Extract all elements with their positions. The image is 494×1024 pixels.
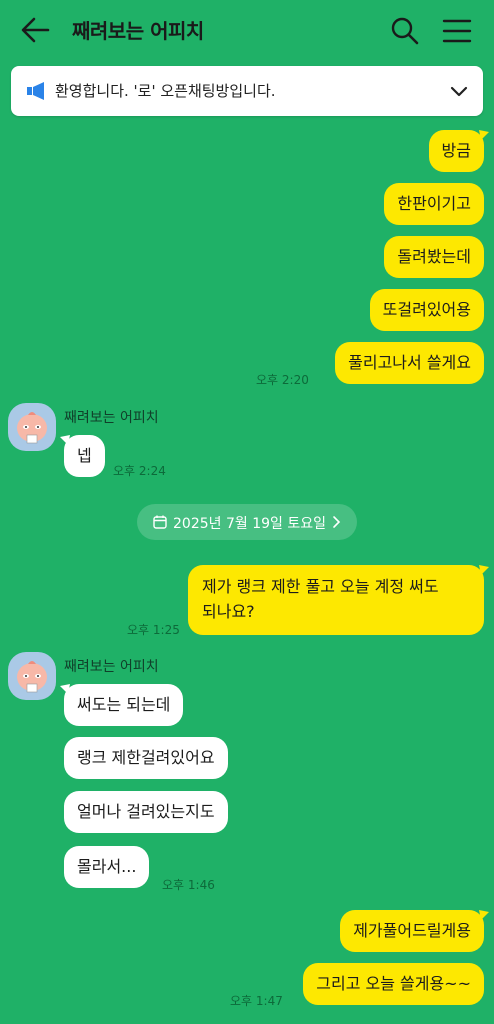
back-arrow-icon[interactable] bbox=[18, 14, 54, 46]
search-icon[interactable] bbox=[388, 14, 422, 48]
apeach-avatar-icon bbox=[17, 661, 47, 693]
chevron-right-icon bbox=[333, 516, 341, 528]
outgoing-message[interactable]: 방금 bbox=[428, 130, 484, 172]
incoming-message[interactable]: 랭크 제한걸려있어요 bbox=[64, 737, 228, 779]
outgoing-message[interactable]: 그리고 오늘 쓸게용~~ bbox=[303, 963, 484, 1005]
incoming-message[interactable]: 얼머나 걸려있는지도 bbox=[64, 791, 228, 833]
incoming-message[interactable]: 몰라서... bbox=[64, 846, 150, 888]
message-timestamp: 오후 2:24 bbox=[113, 464, 166, 478]
outgoing-message[interactable]: 풀리고나서 쓸게요 bbox=[335, 342, 484, 384]
message-timestamp: 오후 1:46 bbox=[162, 878, 215, 892]
chevron-down-icon[interactable] bbox=[449, 81, 469, 101]
chat-title: 째려보는 어피치 bbox=[72, 19, 204, 43]
avatar[interactable] bbox=[8, 652, 56, 700]
outgoing-message[interactable]: 제가풀어드릴게용 bbox=[340, 910, 484, 952]
avatar[interactable] bbox=[8, 403, 56, 451]
sender-name: 째려보는 어피치 bbox=[64, 410, 159, 426]
incoming-message[interactable]: 넵 bbox=[64, 435, 105, 477]
menu-icon[interactable] bbox=[440, 14, 474, 48]
outgoing-message[interactable]: 또걸려있어용 bbox=[369, 289, 484, 331]
message-timestamp: 오후 2:20 bbox=[256, 373, 309, 387]
calendar-icon bbox=[153, 515, 167, 529]
date-text: 2025년 7월 19일 토요일 bbox=[173, 516, 326, 532]
outgoing-message[interactable]: 제가 랭크 제한 풀고 오늘 계정 써도 되나요? bbox=[188, 565, 484, 635]
incoming-message[interactable]: 써도는 되는데 bbox=[64, 684, 184, 726]
message-timestamp: 오후 1:25 bbox=[127, 623, 180, 637]
date-divider[interactable]: 2025년 7월 19일 토요일 bbox=[137, 504, 357, 540]
message-line: 제가 랭크 제한 풀고 오늘 계정 써도 bbox=[202, 577, 439, 596]
sender-name: 째려보는 어피치 bbox=[64, 659, 159, 675]
outgoing-message[interactable]: 한판이기고 bbox=[384, 183, 484, 225]
chat-header: 째려보는 어피치 bbox=[0, 0, 494, 62]
notice-text: 환영합니다. '로' 오픈채팅방입니다. bbox=[55, 82, 276, 100]
apeach-avatar-icon bbox=[17, 412, 47, 444]
message-timestamp: 오후 1:47 bbox=[230, 994, 283, 1008]
megaphone-icon bbox=[27, 82, 44, 100]
notice-bar[interactable]: 환영합니다. '로' 오픈채팅방입니다. bbox=[11, 66, 483, 116]
outgoing-message[interactable]: 돌려봤는데 bbox=[384, 236, 484, 278]
message-line: 되나요? bbox=[202, 602, 255, 621]
